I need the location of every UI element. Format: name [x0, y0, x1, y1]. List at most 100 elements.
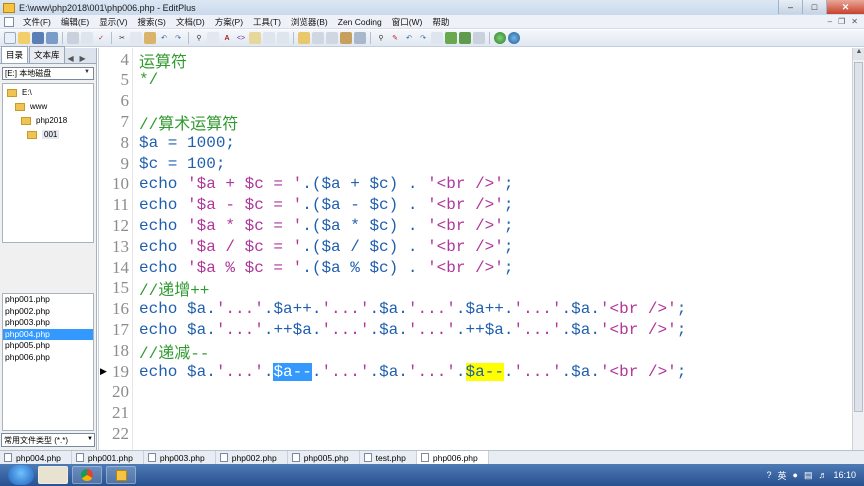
menu-file[interactable]: 文件(F) — [18, 16, 56, 28]
menu-view[interactable]: 显示(V) — [94, 16, 132, 28]
code-token: ; — [225, 133, 236, 152]
folder-item-www[interactable]: www — [15, 102, 47, 111]
code-token: '$a % $c = ' — [187, 258, 303, 277]
code-token: ; — [503, 175, 514, 194]
code-editor[interactable]: 4 5 6 7 8 9 10 11 12 13 14 15 16 17 18 19 20 21 22 运算符 *///… — [98, 48, 852, 450]
redo-icon[interactable]: ↷ — [172, 32, 184, 44]
scrollbar-thumb[interactable] — [854, 62, 863, 412]
ruler-icon[interactable] — [249, 32, 261, 44]
drive-dropdown[interactable]: [E:] 本地磁盘 ▼ — [2, 67, 94, 80]
save-icon[interactable] — [32, 32, 44, 44]
help-icon[interactable]: ? — [766, 470, 771, 480]
doc-tab[interactable]: test.php — [360, 451, 417, 464]
document-icon[interactable] — [4, 16, 14, 27]
line-number-icon[interactable] — [263, 32, 275, 44]
chevron-down-icon[interactable]: ▼ — [87, 436, 93, 442]
scroll-up-icon[interactable]: ▲ — [853, 48, 864, 60]
replace-icon[interactable] — [207, 32, 219, 44]
menu-search[interactable]: 搜索(S) — [133, 16, 171, 28]
new-file-icon[interactable] — [4, 32, 16, 44]
undo-toolbar-icon[interactable]: ↶ — [403, 32, 415, 44]
file-item-selected[interactable]: php004.php — [3, 328, 93, 340]
menu-document[interactable]: 文档(D) — [171, 16, 210, 28]
filetype-dropdown[interactable]: 常用文件类型 (*.*) ▼ — [1, 433, 95, 447]
output-window-icon[interactable] — [326, 32, 338, 44]
minimize-button[interactable]: – — [778, 0, 802, 14]
print-icon[interactable] — [67, 32, 79, 44]
doc-tab[interactable]: php003.php — [144, 451, 216, 464]
preview-icon[interactable] — [445, 32, 457, 44]
close-button[interactable]: ✕ — [826, 0, 864, 14]
fullscreen-icon[interactable] — [277, 32, 289, 44]
line-number-label: 18 — [112, 340, 129, 360]
doc-tab-active[interactable]: php006.php — [416, 451, 489, 464]
tab-scroll-left-icon[interactable]: ◀ — [65, 54, 77, 63]
check-icon[interactable] — [459, 32, 471, 44]
code-token: .$a. — [561, 362, 600, 381]
save-all-icon[interactable] — [46, 32, 58, 44]
doc-tab[interactable]: php005.php — [288, 451, 360, 464]
doc-minimize-button[interactable]: – — [828, 17, 832, 26]
code-token: 100 — [187, 154, 216, 173]
menu-window[interactable]: 窗口(W) — [387, 16, 428, 28]
taskbar-app-icon[interactable] — [38, 466, 68, 484]
spell-check-icon[interactable]: ✓ — [95, 32, 107, 44]
clock[interactable]: 16:10 — [833, 470, 856, 480]
doc-close-button[interactable]: ✕ — [851, 17, 858, 26]
tool-2-icon[interactable] — [354, 32, 366, 44]
word-wrap-icon[interactable]: A — [221, 32, 233, 44]
open-file-icon[interactable] — [18, 32, 30, 44]
folder-item-001[interactable]: 001 — [27, 130, 60, 139]
menu-project[interactable]: 方案(P) — [210, 16, 248, 28]
volume-icon[interactable]: ♬ — [818, 470, 827, 480]
browser-2-icon[interactable] — [508, 32, 520, 44]
menu-zen-coding[interactable]: Zen Coding — [333, 17, 387, 27]
menu-browser[interactable]: 浏览器(B) — [286, 16, 333, 28]
tab-directory[interactable]: 目录 — [1, 46, 29, 63]
redo-toolbar-icon[interactable]: ↷ — [417, 32, 429, 44]
ftp-icon[interactable] — [473, 32, 485, 44]
html-toolbar-icon[interactable]: <> — [235, 32, 247, 44]
undo-icon[interactable]: ↶ — [158, 32, 170, 44]
file-item[interactable]: php006.php — [3, 352, 93, 364]
ime-indicator[interactable]: 英 — [778, 469, 787, 482]
menu-edit[interactable]: 编辑(E) — [56, 16, 94, 28]
tab-cliptext[interactable]: 文本库 — [29, 46, 65, 63]
menu-tools[interactable]: 工具(T) — [248, 16, 286, 28]
file-item[interactable]: php003.php — [3, 317, 93, 329]
chrome-icon[interactable] — [72, 466, 102, 484]
paste-icon[interactable] — [144, 32, 156, 44]
folder-item-e-root[interactable]: E:\ — [7, 88, 32, 97]
find-icon[interactable]: ⚲ — [193, 32, 205, 44]
vertical-scrollbar[interactable]: ▲ — [852, 48, 864, 450]
folder-item-php2018[interactable]: php2018 — [21, 116, 67, 125]
directory-icon[interactable] — [312, 32, 324, 44]
doc-restore-button[interactable]: ❐ — [838, 17, 845, 26]
tab-scroll-right-icon[interactable]: ▶ — [77, 54, 89, 63]
cliptext-icon[interactable] — [298, 32, 310, 44]
code-token: ; — [676, 300, 687, 319]
file-item[interactable]: php001.php — [3, 294, 93, 306]
doc-tab[interactable]: php001.php — [72, 451, 144, 464]
color-picker-icon[interactable]: ✎ — [389, 32, 401, 44]
doc-tab[interactable]: php002.php — [216, 451, 288, 464]
tool-1-icon[interactable] — [340, 32, 352, 44]
chevron-down-icon[interactable]: ▼ — [82, 69, 92, 78]
browser-icon[interactable] — [494, 32, 506, 44]
print-preview-icon[interactable] — [81, 32, 93, 44]
cut-icon[interactable]: ✂ — [116, 32, 128, 44]
tray-icon[interactable]: ● — [793, 470, 798, 480]
editplus-taskbar-icon[interactable] — [106, 466, 136, 484]
current-line-marker-icon: ▶ — [100, 366, 107, 376]
start-button[interactable] — [8, 465, 34, 485]
code-line-text: */ — [139, 71, 158, 89]
zoom-icon[interactable]: ⚲ — [375, 32, 387, 44]
doc-tab[interactable]: php004.php — [0, 451, 72, 464]
network-icon[interactable]: ▤ — [804, 470, 813, 481]
maximize-button[interactable]: □ — [802, 0, 826, 14]
file-item[interactable]: php005.php — [3, 340, 93, 352]
document-list-icon[interactable] — [431, 32, 443, 44]
copy-icon[interactable] — [130, 32, 142, 44]
file-item[interactable]: php002.php — [3, 306, 93, 318]
menu-help[interactable]: 帮助 — [427, 16, 454, 28]
